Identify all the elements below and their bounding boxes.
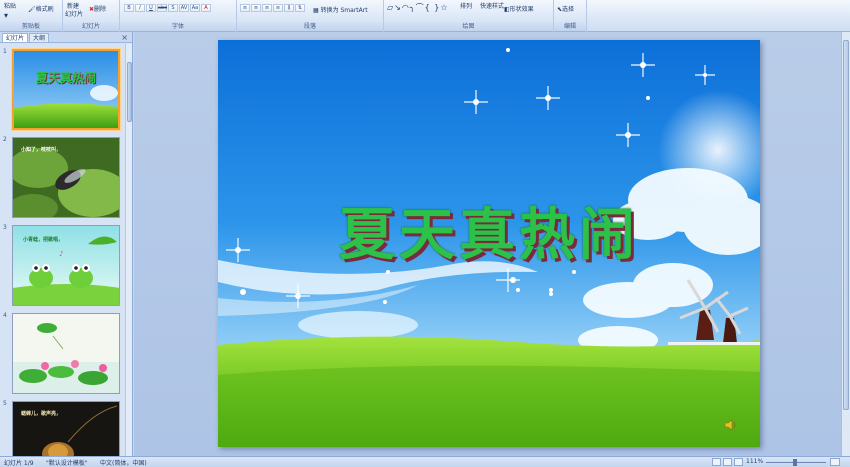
tab-slides[interactable]: 幻灯片 — [2, 33, 29, 42]
bold-button[interactable]: B — [124, 4, 134, 12]
thumb-1-title: 夏天真热闹 — [35, 71, 96, 85]
thumb-1-image — [14, 51, 118, 128]
shape-effects-button[interactable]: ◧形状效果 — [504, 4, 534, 13]
shapes-gallery[interactable]: ▱↘◠╮⌒{ }☆ — [387, 2, 449, 13]
svg-text:♪: ♪ — [59, 250, 63, 258]
slides-group: 新建 幻灯片 ✖删除 幻灯片 — [63, 0, 120, 32]
thumbnail-scrollbar[interactable] — [125, 44, 132, 456]
new-slide-dropdown[interactable]: 幻灯片 — [65, 9, 83, 18]
arrange-label: 排列 — [460, 3, 473, 10]
slide-counter: 幻灯片 1/9 — [4, 460, 34, 467]
italic-button[interactable]: I — [135, 4, 145, 12]
pane-tabs: 幻灯片 大纲 × — [0, 32, 132, 43]
thumb-2-title: 小知了，吱吱叫， — [21, 147, 62, 153]
slide-thumbnail-1[interactable]: 夏天真热闹 — [12, 49, 120, 130]
slide-title[interactable]: 夏天真热闹 — [218, 190, 760, 271]
slides-pane: 幻灯片 大纲 × 1 夏天真热闹 2 小知了，吱吱叫， 3 ♪ 小青蛙，把歌唱，… — [0, 32, 133, 456]
slide-thumbnail-2[interactable]: 小知了，吱吱叫， — [12, 137, 120, 218]
align-right-button[interactable]: ≡ — [262, 4, 272, 12]
convert-smartart-button[interactable]: ▦ 转换为 SmartArt — [313, 5, 368, 14]
clipboard-group: 粘贴 ▾ 🖌格式刷 剪贴板 — [0, 0, 63, 32]
thumbnail-scroll-thumb[interactable] — [127, 62, 132, 122]
select-label: 选择 — [562, 6, 575, 13]
normal-view-button[interactable] — [712, 458, 721, 466]
paragraph-buttons: ≡ ≡ ≡ ≡ ⫼ ⇅ — [240, 4, 305, 12]
align-left-button[interactable]: ≡ — [240, 4, 250, 12]
thumbnail-list: 1 夏天真热闹 2 小知了，吱吱叫， 3 ♪ 小青蛙，把歌唱， 4 5 蟋蟀儿，… — [0, 44, 125, 456]
smartart-icon: ▦ — [313, 7, 321, 14]
slideshow-button[interactable] — [734, 458, 743, 466]
slide-thumbnail-5[interactable]: 蟋蟀儿，歌声亮， — [12, 401, 120, 456]
slides-group-label: 幻灯片 — [63, 22, 119, 31]
speaker-icon[interactable] — [724, 418, 738, 434]
underline-button[interactable]: U — [146, 4, 156, 12]
theme-name: "默认设计模板" — [46, 460, 88, 467]
close-icon[interactable]: × — [121, 33, 128, 42]
language-indicator[interactable]: 中文(简体，中国) — [100, 458, 147, 467]
ribbon: 粘贴 ▾ 🖌格式刷 剪贴板 新建 幻灯片 ✖删除 幻灯片 B I U abc S… — [0, 0, 850, 32]
editing-group-label: 编辑 — [554, 22, 586, 31]
thumb-number: 3 — [3, 224, 7, 231]
thumb-number: 5 — [3, 400, 7, 407]
font-color-button[interactable]: A — [201, 4, 211, 12]
editing-group: ⬉选择 编辑 — [554, 0, 587, 32]
workspace-scrollbar[interactable] — [841, 32, 850, 456]
arrange-button[interactable]: 排列 — [460, 1, 472, 10]
slide-sorter-button[interactable] — [723, 458, 732, 466]
justify-button[interactable]: ≡ — [273, 4, 283, 12]
change-case-button[interactable]: Aa — [190, 4, 200, 12]
quick-styles-label: 快速样式 — [480, 3, 505, 10]
thumb-number: 4 — [3, 312, 7, 319]
paste-dropdown-icon[interactable]: ▾ — [4, 11, 8, 20]
thumb-4-image — [13, 314, 119, 393]
zoom-slider-knob[interactable] — [793, 459, 797, 466]
clipboard-group-label: 剪贴板 — [0, 22, 62, 31]
format-painter-button[interactable]: 🖌格式刷 — [28, 4, 54, 13]
zoom-level[interactable]: 111% — [746, 458, 763, 465]
paragraph-group-label: 段落 — [237, 22, 383, 31]
drawing-group-label: 绘图 — [384, 22, 553, 31]
font-group: B I U abc S AV Aa A 字体 — [120, 0, 237, 32]
convert-smartart-label: 转换为 SmartArt — [320, 7, 368, 14]
paragraph-group: ≡ ≡ ≡ ≡ ⫼ ⇅ ▦ 转换为 SmartArt 段落 — [237, 0, 384, 32]
font-format-buttons: B I U abc S AV Aa A — [124, 4, 211, 12]
thumb-3-title: 小青蛙，把歌唱， — [23, 237, 64, 243]
paste-label: 粘贴 — [4, 3, 17, 10]
thumb-5-title: 蟋蟀儿，歌声亮， — [21, 411, 62, 417]
tab-outline[interactable]: 大纲 — [29, 33, 50, 42]
align-center-button[interactable]: ≡ — [251, 4, 261, 12]
shape-effects-label: 形状效果 — [509, 6, 534, 13]
drawing-group: ▱↘◠╮⌒{ }☆ 排列 快速样式 ◧形状效果 绘图 — [384, 0, 554, 32]
columns-button[interactable]: ⫼ — [284, 4, 294, 12]
paste-button[interactable]: 粘贴 — [4, 1, 16, 10]
slide-thumbnail-3[interactable]: ♪ 小青蛙，把歌唱， — [12, 225, 120, 306]
thumb-number: 2 — [3, 136, 7, 143]
quick-styles-button[interactable]: 快速样式 — [480, 1, 504, 10]
delete-slide-button[interactable]: ✖删除 — [89, 4, 106, 13]
select-button[interactable]: ⬉选择 — [557, 4, 574, 13]
thumb-number: 1 — [3, 48, 7, 55]
strikethrough-button[interactable]: abc — [157, 4, 167, 12]
main-slide[interactable]: 夏天真热闹 — [218, 40, 760, 447]
slide-thumbnail-4[interactable] — [12, 313, 120, 394]
shadow-button[interactable]: S — [168, 4, 178, 12]
char-spacing-button[interactable]: AV — [179, 4, 189, 12]
fit-slide-button[interactable] — [830, 458, 840, 466]
new-slide-label-2: 幻灯片 — [65, 11, 84, 18]
status-bar: 幻灯片 1/9 "默认设计模板" 中文(简体，中国) 111% — [0, 456, 850, 467]
delete-label: 删除 — [94, 6, 107, 13]
text-direction-button[interactable]: ⇅ — [295, 4, 305, 12]
format-painter-label: 格式刷 — [35, 6, 54, 13]
font-group-label: 字体 — [120, 22, 236, 31]
workspace-scroll-thumb[interactable] — [843, 40, 849, 410]
